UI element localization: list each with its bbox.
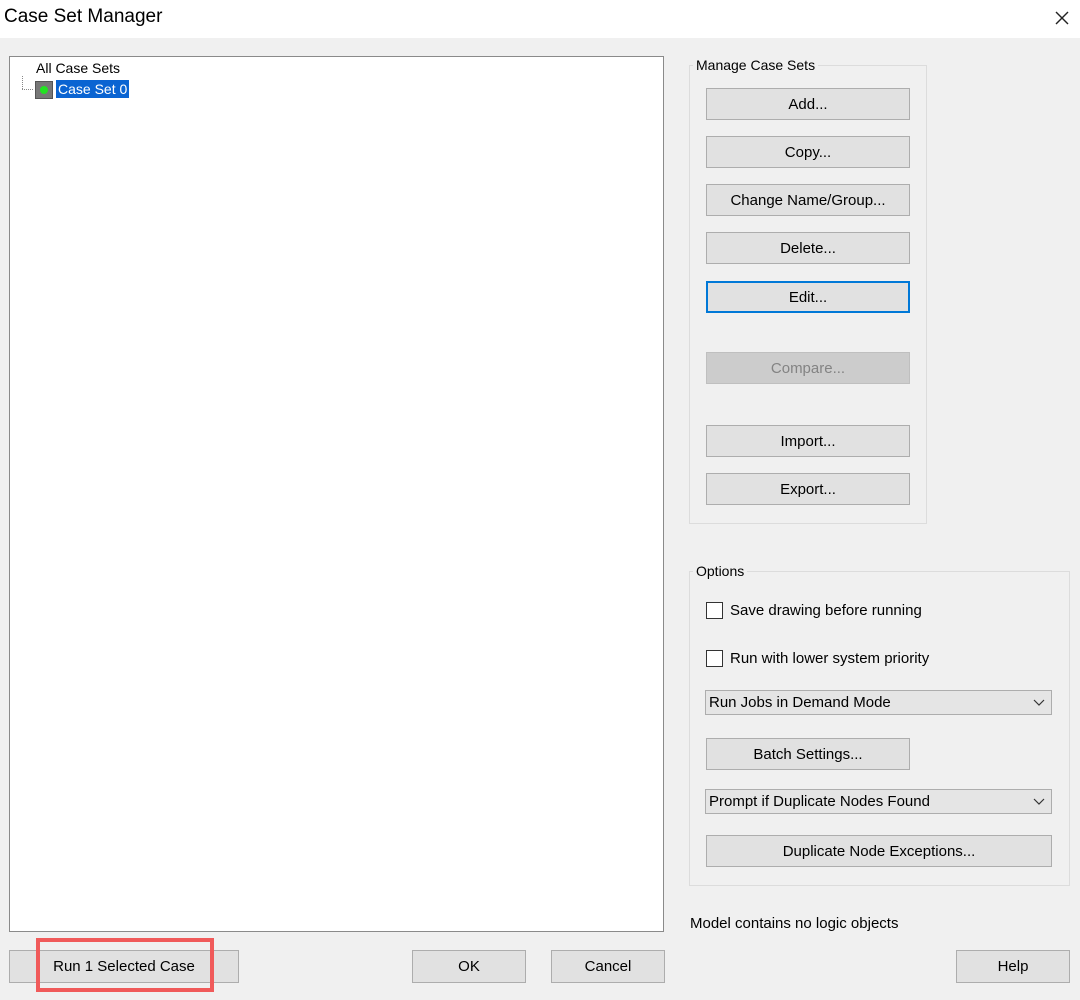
tree-item-case-set-0[interactable]: Case Set 0 [56,80,130,98]
tree-connector-horizontal [22,89,33,90]
change-name-group-button[interactable]: Change Name/Group... [706,184,910,216]
duplicate-nodes-selected: Prompt if Duplicate Nodes Found [709,793,930,810]
case-set-tree[interactable]: All Case Sets Case Set 0 [9,56,664,932]
lower-priority-checkbox-box[interactable] [706,650,723,667]
window-title: Case Set Manager [4,6,163,27]
delete-button[interactable]: Delete... [706,232,910,264]
manage-case-sets-title: Manage Case Sets [693,57,819,73]
chevron-down-icon [1033,798,1045,805]
close-icon[interactable] [1048,4,1076,32]
compare-button[interactable]: Compare... [706,352,910,384]
green-status-dot-icon [40,86,48,94]
chevron-down-icon [1033,699,1045,706]
ok-button[interactable]: OK [412,950,526,983]
options-title: Options [693,563,748,579]
save-drawing-checkbox-box[interactable] [706,602,723,619]
edit-button[interactable]: Edit... [706,281,910,313]
import-button[interactable]: Import... [706,425,910,457]
duplicate-node-exceptions-button[interactable]: Duplicate Node Exceptions... [706,835,1052,867]
status-text: Model contains no logic objects [690,915,899,932]
title-bar: Case Set Manager [0,0,1080,38]
case-set-status-icon [35,81,53,99]
run-selected-case-button[interactable]: Run 1 Selected Case [9,950,239,983]
export-button[interactable]: Export... [706,473,910,505]
help-button[interactable]: Help [956,950,1070,983]
lower-priority-label: Run with lower system priority [730,650,930,667]
tree-connector-vertical [22,76,23,89]
save-drawing-checkbox[interactable]: Save drawing before running [706,602,922,619]
run-mode-dropdown[interactable]: Run Jobs in Demand Mode [705,690,1052,715]
copy-button[interactable]: Copy... [706,136,910,168]
batch-settings-button[interactable]: Batch Settings... [706,738,910,770]
save-drawing-label: Save drawing before running [730,602,922,619]
add-button[interactable]: Add... [706,88,910,120]
lower-priority-checkbox[interactable]: Run with lower system priority [706,650,929,667]
run-mode-selected: Run Jobs in Demand Mode [709,694,891,711]
duplicate-nodes-dropdown[interactable]: Prompt if Duplicate Nodes Found [705,789,1052,814]
cancel-button[interactable]: Cancel [551,950,665,983]
tree-root-label[interactable]: All Case Sets [36,60,120,76]
